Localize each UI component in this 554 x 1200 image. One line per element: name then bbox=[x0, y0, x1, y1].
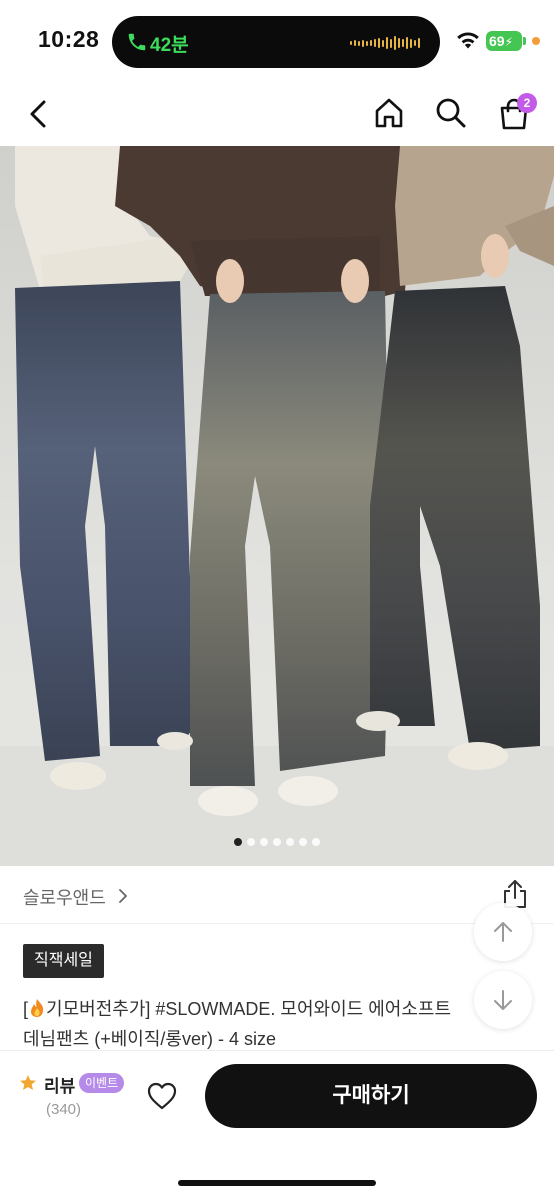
top-nav-bar: 2 bbox=[0, 80, 554, 146]
chevron-right-icon bbox=[119, 889, 127, 903]
gallery-pagination bbox=[0, 838, 554, 854]
product-title-line-1: [기모버전추가] #SLOWMADE. 모어와이드 에어소프트 bbox=[23, 994, 483, 1024]
scroll-down-button[interactable] bbox=[474, 971, 532, 1029]
review-count: (340) bbox=[46, 1101, 82, 1118]
product-photo bbox=[0, 146, 554, 866]
sale-badge: 직잭세일 bbox=[23, 944, 104, 978]
search-icon[interactable] bbox=[434, 96, 468, 130]
bottom-purchase-bar: 리뷰 이벤트 (340) 구매하기 bbox=[0, 1050, 554, 1200]
phone-icon bbox=[128, 33, 146, 51]
battery-tip bbox=[523, 37, 526, 45]
brand-row[interactable]: 슬로우앤드 bbox=[0, 866, 554, 924]
review-link[interactable]: 리뷰 bbox=[44, 1072, 75, 1097]
status-time: 10:28 bbox=[38, 26, 100, 52]
home-icon[interactable] bbox=[372, 96, 406, 130]
fire-icon bbox=[31, 999, 44, 1017]
title-text-line-1: 기모버전추가] #SLOWMADE. 모어와이드 에어소프트 bbox=[46, 999, 452, 1019]
gallery-dot[interactable] bbox=[273, 838, 281, 846]
buy-button[interactable]: 구매하기 bbox=[205, 1064, 537, 1128]
arrow-up-icon bbox=[494, 922, 512, 942]
star-icon bbox=[20, 1075, 36, 1090]
audio-waveform-icon bbox=[350, 35, 422, 51]
product-title: [기모버전추가] #SLOWMADE. 모어와이드 에어소프트 데님팬츠 (+베… bbox=[23, 994, 483, 1054]
privacy-indicator-dot bbox=[532, 37, 540, 45]
cart-count-badge: 2 bbox=[517, 93, 537, 113]
gallery-dot[interactable] bbox=[247, 838, 255, 846]
gallery-dot[interactable] bbox=[260, 838, 268, 846]
wifi-icon bbox=[457, 32, 479, 49]
dynamic-island-call[interactable]: 42분 bbox=[112, 16, 440, 68]
battery-level: 69 bbox=[489, 33, 505, 49]
heart-icon[interactable] bbox=[146, 1081, 178, 1111]
battery-icon: 69⚡ bbox=[486, 31, 522, 51]
gallery-dot[interactable] bbox=[312, 838, 320, 846]
scroll-up-button[interactable] bbox=[474, 903, 532, 961]
gallery-dot[interactable] bbox=[299, 838, 307, 846]
gallery-dot-active[interactable] bbox=[234, 838, 242, 846]
brand-name-link[interactable]: 슬로우앤드 bbox=[23, 884, 106, 910]
product-image-gallery[interactable] bbox=[0, 146, 554, 866]
status-bar: 10:28 42분 69⚡ bbox=[0, 0, 554, 80]
home-indicator bbox=[178, 1180, 376, 1186]
back-icon[interactable] bbox=[22, 96, 54, 132]
gallery-dot[interactable] bbox=[286, 838, 294, 846]
event-badge: 이벤트 bbox=[79, 1073, 125, 1093]
arrow-down-icon bbox=[494, 990, 512, 1010]
call-duration: 42분 bbox=[150, 35, 189, 56]
